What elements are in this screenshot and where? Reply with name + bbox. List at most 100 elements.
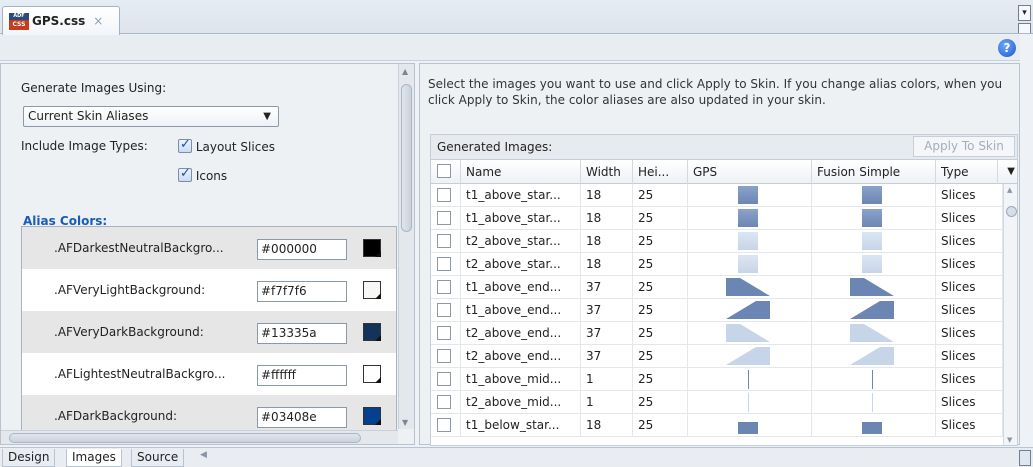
cell-fusion-preview [812,184,936,207]
cell-type: Slices [936,207,1003,230]
scroll-left-icon[interactable]: ◀ [200,450,207,460]
table-header: Name Width Hei... GPS Fusion Simple Type… [431,160,1017,184]
cell-height: 25 [633,322,688,345]
scroll-down-icon[interactable]: ▼ [1007,436,1012,444]
alias-row: .AFVeryLightBackground: #f7f7f6 [22,269,396,311]
tab-images[interactable]: Images [66,449,122,467]
row-select-cell[interactable] [431,368,461,391]
cell-gps-preview [688,230,812,253]
scroll-thumb[interactable] [1006,206,1017,217]
column-menu-icon[interactable]: ▼ [1007,160,1015,184]
cell-name: t1_above_star... [461,184,581,207]
row-select-cell[interactable] [431,276,461,299]
alias-hex-field[interactable]: #f7f7f6 [257,281,347,302]
icons-checkbox[interactable] [178,166,192,182]
row-select-cell[interactable] [431,299,461,322]
row-checkbox[interactable] [437,418,451,432]
table-row[interactable]: t2_above_end... 37 25 Slices [431,345,1003,368]
icons-option[interactable]: Icons [178,166,227,183]
color-picker-swatch[interactable] [363,365,381,383]
cell-gps-preview [688,253,812,276]
left-horizontal-scrollbar[interactable] [1,430,398,444]
scroll-thumb[interactable] [9,433,361,443]
column-header-type[interactable]: Type [936,160,998,184]
row-checkbox[interactable] [437,188,451,202]
row-select-cell[interactable] [431,253,461,276]
alias-hex-field[interactable]: #ffffff [257,365,347,386]
row-checkbox[interactable] [437,257,451,271]
tab-source[interactable]: Source [131,449,185,467]
row-checkbox[interactable] [437,280,451,294]
table-row[interactable]: t2_above_mid... 1 25 Slices [431,391,1003,414]
close-tab-icon[interactable]: × [93,14,103,28]
tab-list-dropdown-icon[interactable]: ▾ [1018,5,1031,21]
scroll-down-icon[interactable]: ▼ [402,418,408,427]
layout-slices-option[interactable]: Layout Slices [178,137,275,154]
color-picker-swatch[interactable] [363,281,381,299]
document-tab-gps-css[interactable]: ADF CSS GPS.css × [2,6,120,35]
column-header-name[interactable]: Name [461,160,581,184]
table-row[interactable]: t1_above_end... 37 25 Slices [431,299,1003,322]
select-all-column[interactable] [431,160,461,184]
alias-row: .AFLightestNeutralBackgro... #ffffff [22,353,396,395]
apply-to-skin-button[interactable]: Apply To Skin [913,136,1015,157]
alias-colors-list: .AFDarkestNeutralBackgro... #000000 .AFV… [21,226,397,432]
help-icon[interactable]: ? [998,39,1016,57]
row-checkbox[interactable] [437,395,451,409]
table-row[interactable]: t1_above_star... 18 25 Slices [431,207,1003,230]
table-row[interactable]: t1_above_end... 37 25 Slices [431,276,1003,299]
row-select-cell[interactable] [431,207,461,230]
color-picker-swatch[interactable] [363,239,381,257]
row-select-cell[interactable] [431,414,461,437]
row-checkbox[interactable] [437,234,451,248]
row-select-cell[interactable] [431,322,461,345]
row-select-cell[interactable] [431,391,461,414]
alias-hex-field[interactable]: #03408e [257,407,347,428]
cell-height: 25 [633,391,688,414]
include-types-label: Include Image Types: [21,139,148,153]
cell-type: Slices [936,391,1003,414]
row-checkbox[interactable] [437,372,451,386]
column-header-height[interactable]: Hei... [633,160,688,184]
tab-design[interactable]: Design [2,449,56,467]
cell-name: t1_above_end... [461,276,581,299]
cell-gps-preview [688,391,812,414]
row-select-cell[interactable] [431,230,461,253]
color-picker-swatch[interactable] [363,323,381,341]
layout-slices-checkbox[interactable] [178,137,192,153]
cell-gps-preview [688,184,812,207]
table-row[interactable]: t2_above_end... 37 25 Slices [431,322,1003,345]
table-row[interactable]: t1_above_star... 18 25 Slices [431,184,1003,207]
row-select-cell[interactable] [431,345,461,368]
column-header-fusion-simple[interactable]: Fusion Simple [812,160,936,184]
color-picker-swatch[interactable] [363,407,381,425]
table-row[interactable]: t1_below_star... 18 25 Slices [431,414,1003,437]
select-all-checkbox[interactable] [437,164,451,178]
table-row[interactable]: t1_above_mid... 1 25 Slices [431,368,1003,391]
scroll-up-icon[interactable]: ▲ [402,67,408,76]
alias-name: .AFVeryLightBackground: [54,283,206,297]
generate-using-dropdown[interactable]: Current Skin Aliases ▼ [23,106,279,127]
alias-hex-field[interactable]: #000000 [257,239,347,260]
column-header-gps[interactable]: GPS [688,160,812,184]
table-row[interactable]: t2_above_star... 18 25 Slices [431,253,1003,276]
table-row[interactable]: t2_above_star... 18 25 Slices [431,230,1003,253]
table-vertical-scrollbar[interactable]: ▲ ▼ [1003,184,1017,445]
generated-images-panel: Select the images you want to use and cl… [419,63,1020,446]
generated-images-label: Generated Images: [437,140,553,154]
left-vertical-scrollbar[interactable]: ▲ ▼ [398,64,414,429]
row-checkbox[interactable] [437,303,451,317]
alias-name: .AFVeryDarkBackground: [54,325,204,339]
scroll-up-icon[interactable]: ▲ [1007,186,1012,194]
scroll-thumb[interactable] [401,84,412,232]
cell-fusion-preview [812,253,936,276]
row-checkbox[interactable] [437,349,451,363]
cell-width: 18 [581,207,633,230]
panel-toggle-icon[interactable] [1019,450,1031,466]
row-checkbox[interactable] [437,211,451,225]
row-select-cell[interactable] [431,184,461,207]
alias-hex-field[interactable]: #13335a [257,323,347,344]
maximize-editor-icon[interactable] [1018,23,1031,33]
row-checkbox[interactable] [437,326,451,340]
column-header-width[interactable]: Width [581,160,633,184]
